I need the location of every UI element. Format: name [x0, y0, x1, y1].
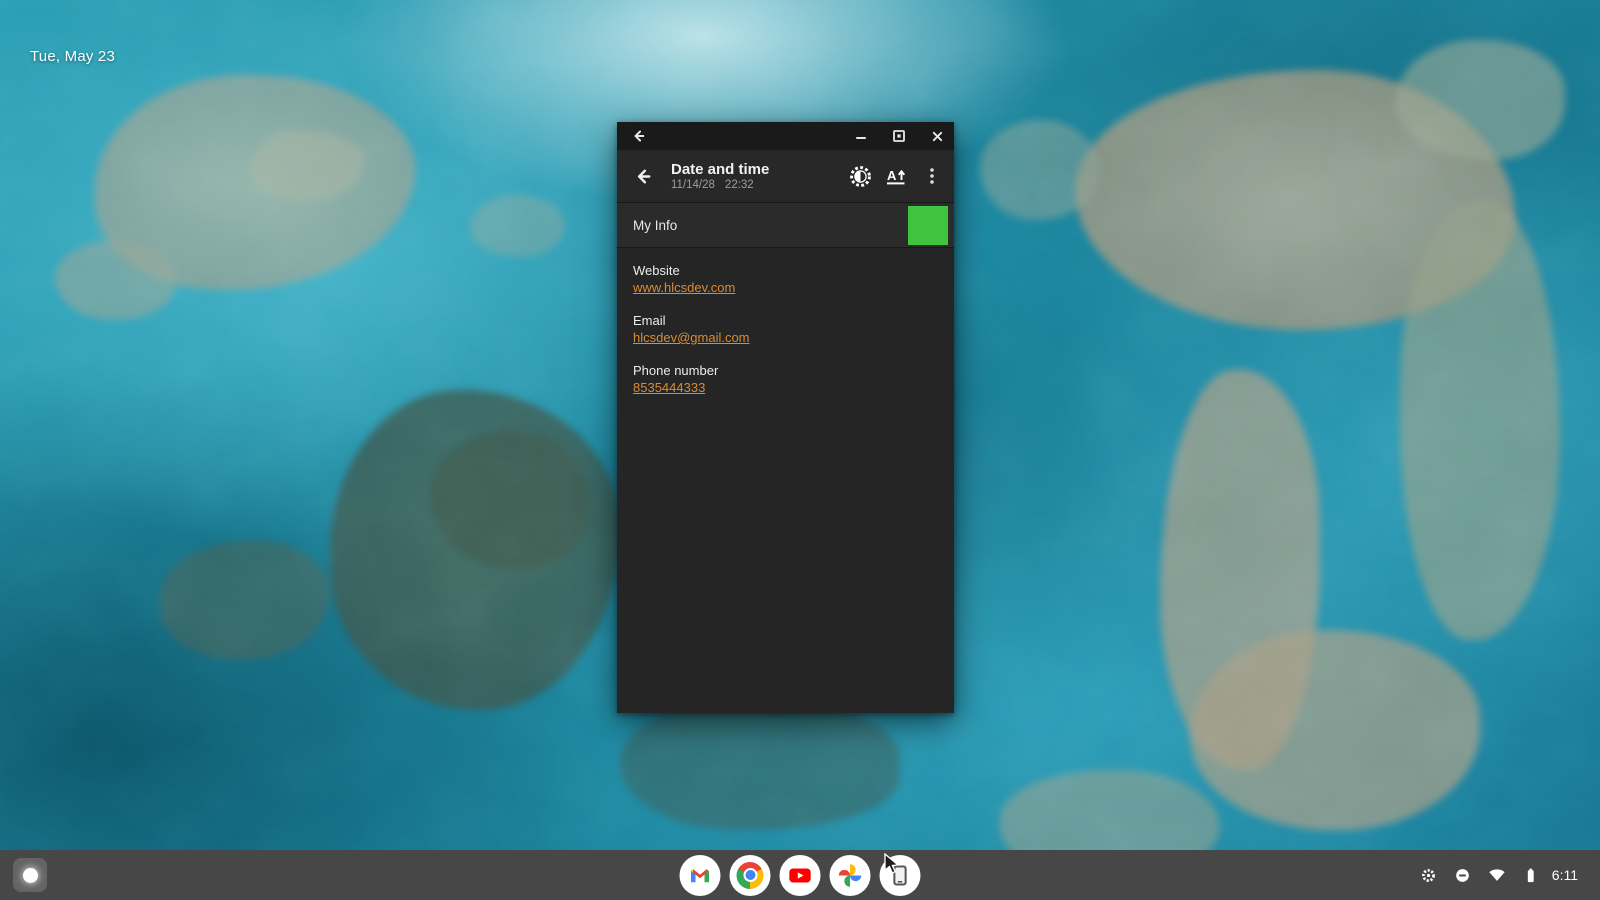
minimize-icon [856, 137, 866, 139]
app-toolbar: Date and time 11/14/28 22:32 A [617, 150, 954, 203]
svg-text:A: A [887, 168, 897, 183]
clock-label: 6:11 [1551, 867, 1578, 883]
do-not-disturb-icon [1456, 868, 1470, 882]
app-back-button[interactable] [625, 159, 659, 193]
window-back-button[interactable] [623, 124, 653, 148]
close-button[interactable] [922, 124, 952, 148]
desktop-date-label: Tue, May 23 [30, 48, 116, 65]
shelf: 6:11 [0, 850, 1600, 900]
app-window: Date and time 11/14/28 22:32 A My Info W… [617, 122, 954, 713]
overflow-menu-button[interactable] [914, 158, 950, 194]
app-launcher-icon [22, 867, 38, 883]
subtitle-date: 11/14/28 [671, 178, 715, 191]
gmail-app-button[interactable] [679, 854, 721, 896]
page-title: Date and time [671, 160, 770, 178]
google-photos-icon [838, 863, 862, 887]
overflow-menu-icon [930, 168, 934, 184]
website-link[interactable]: www.hlcsdev.com [633, 279, 735, 297]
font-size-button[interactable]: A [878, 158, 914, 194]
phone-link[interactable]: 8535444333 [633, 379, 705, 397]
close-icon [932, 131, 942, 141]
app-header-titles: Date and time 11/14/28 22:32 [671, 161, 842, 192]
my-info-label: My Info [633, 217, 678, 233]
google-photos-app-button[interactable] [829, 854, 871, 896]
email-link[interactable]: hlcsdev@gmail.com [633, 329, 750, 347]
display-contrast-button[interactable] [842, 158, 878, 194]
phone-field: Phone number 8535444333 [633, 362, 938, 397]
back-arrow-icon [637, 169, 650, 183]
toolbar-actions: A [842, 158, 950, 194]
phone-label: Phone number [633, 363, 719, 378]
display-contrast-icon [849, 165, 871, 187]
website-label: Website [633, 263, 680, 278]
email-label: Email [633, 313, 666, 328]
gear-icon [1422, 868, 1436, 882]
do-not-disturb-button[interactable] [1448, 860, 1478, 890]
desktop-screen: Tue, May 23 Date and time 11/14/28 22:32… [0, 0, 1600, 900]
battery-icon [1528, 868, 1534, 882]
gmail-icon [691, 868, 709, 882]
minimize-button[interactable] [846, 124, 876, 148]
my-info-color-swatch [908, 205, 948, 245]
launcher-button[interactable] [13, 858, 47, 892]
status-tray[interactable]: 6:11 [1408, 850, 1590, 900]
font-size-icon: A [887, 168, 906, 185]
youtube-app-button[interactable] [779, 854, 821, 896]
chrome-app-button[interactable] [729, 854, 771, 896]
battery-button[interactable] [1516, 860, 1546, 890]
window-titlebar [617, 122, 954, 150]
chrome-icon-core [745, 870, 755, 880]
subtitle-time: 22:32 [724, 178, 754, 191]
back-arrow-icon [634, 130, 645, 142]
wifi-button[interactable] [1482, 860, 1512, 890]
maximize-button[interactable] [884, 124, 914, 148]
page-subtitle: 11/14/28 22:32 [671, 178, 842, 192]
youtube-icon [789, 868, 811, 882]
my-info-row[interactable]: My Info [617, 203, 954, 248]
website-field: Website www.hlcsdev.com [633, 262, 938, 297]
chrome-icon [736, 861, 764, 889]
maximize-icon [893, 130, 905, 142]
contact-fields: Website www.hlcsdev.com Email hlcsdev@gm… [617, 248, 954, 713]
mouse-cursor [884, 853, 900, 874]
wifi-icon [1489, 869, 1505, 881]
email-field: Email hlcsdev@gmail.com [633, 312, 938, 347]
gear-status-button[interactable] [1414, 860, 1444, 890]
